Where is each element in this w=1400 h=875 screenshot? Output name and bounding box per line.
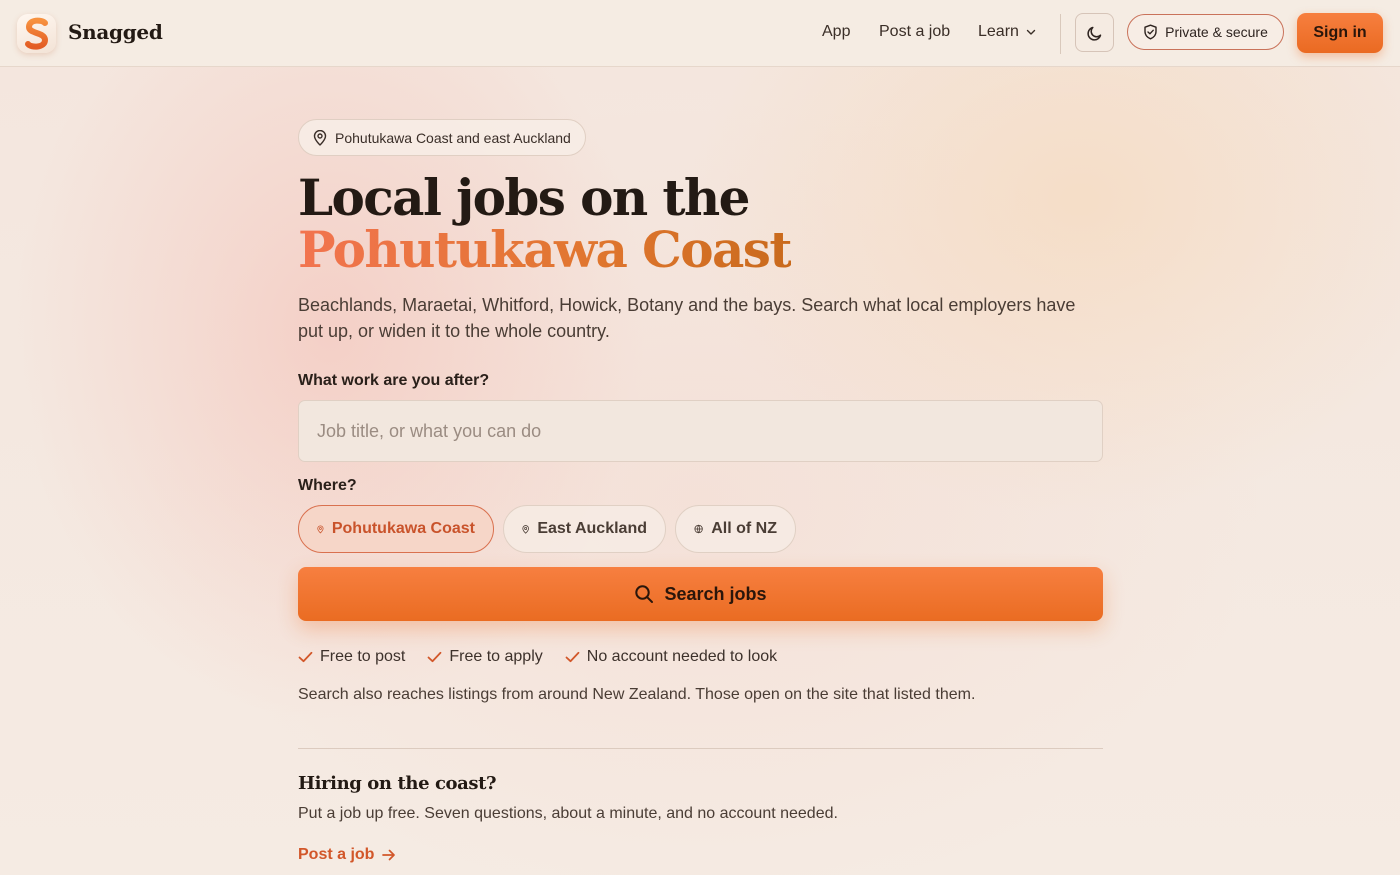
moon-icon <box>1086 26 1101 41</box>
job-search-input[interactable] <box>298 400 1103 462</box>
where-option-east-auckland[interactable]: East Auckland <box>503 505 666 553</box>
post-a-job-label: Post a job <box>298 846 375 863</box>
top-navbar: Snagged App Post a job Learn Private & s… <box>0 0 1400 67</box>
nav-post-job-link[interactable]: Post a job <box>879 23 950 41</box>
search-jobs-button[interactable]: Search jobs <box>298 567 1103 621</box>
check-icon <box>427 651 442 663</box>
nav-learn-menu[interactable]: Learn <box>978 23 1037 41</box>
perk-item: Free to apply <box>427 648 543 666</box>
hiring-title: Hiring on the coast? <box>298 773 497 794</box>
where-option-pohutukawa-coast[interactable]: Pohutukawa Coast <box>298 505 494 553</box>
section-divider <box>298 748 1103 749</box>
hero-subtitle: Beachlands, Maraetai, Whitford, Howick, … <box>298 295 1076 341</box>
theme-toggle-button[interactable] <box>1075 13 1114 52</box>
location-chip-label: Pohutukawa Coast and east Auckland <box>335 129 571 146</box>
perks-list: Free to post Free to apply No account ne… <box>298 648 777 666</box>
perk-label: Free to apply <box>449 648 543 665</box>
where-option-all-of-nz[interactable]: All of NZ <box>675 505 796 553</box>
where-label: Where? <box>298 477 357 494</box>
perk-label: Free to post <box>320 648 406 665</box>
page-title-line1: Local jobs on the <box>298 168 750 227</box>
page-title: Local jobs on the Pohutukawa Coast <box>298 172 792 279</box>
nav-app-link[interactable]: App <box>822 23 850 41</box>
search-jobs-label: Search jobs <box>664 583 767 604</box>
brand-name[interactable]: Snagged <box>68 20 163 44</box>
map-pin-icon <box>522 524 529 534</box>
check-icon <box>565 651 580 663</box>
arrow-right-icon <box>382 849 396 861</box>
where-option-label: All of NZ <box>711 520 777 537</box>
snagged-logo-icon[interactable] <box>17 14 56 53</box>
hiring-text: Put a job up free. Seven questions, abou… <box>298 805 838 822</box>
post-a-job-link[interactable]: Post a job <box>298 846 396 864</box>
private-secure-badge[interactable]: Private & secure <box>1127 14 1284 50</box>
page-title-line2: Pohutukawa Coast <box>298 220 792 279</box>
private-secure-label: Private & secure <box>1165 24 1268 40</box>
location-chip: Pohutukawa Coast and east Auckland <box>298 119 586 156</box>
perk-label: No account needed to look <box>586 648 778 665</box>
what-work-label: What work are you after? <box>298 372 490 389</box>
map-pin-icon <box>317 525 324 533</box>
nav-divider <box>1060 14 1061 54</box>
globe-icon <box>694 524 703 534</box>
chevron-down-icon <box>1026 29 1036 35</box>
perk-item: No account needed to look <box>565 648 777 666</box>
nav-learn-label: Learn <box>978 23 1019 40</box>
check-icon <box>298 651 313 663</box>
map-pin-icon <box>313 129 327 146</box>
sign-in-button[interactable]: Sign in <box>1297 13 1383 53</box>
search-icon <box>635 585 654 603</box>
where-option-label: Pohutukawa Coast <box>331 520 475 537</box>
search-reach-note: Search also reaches listings from around… <box>298 686 976 703</box>
where-option-label: East Auckland <box>537 520 647 537</box>
perk-item: Free to post <box>298 648 405 666</box>
shield-check-icon <box>1144 24 1157 40</box>
